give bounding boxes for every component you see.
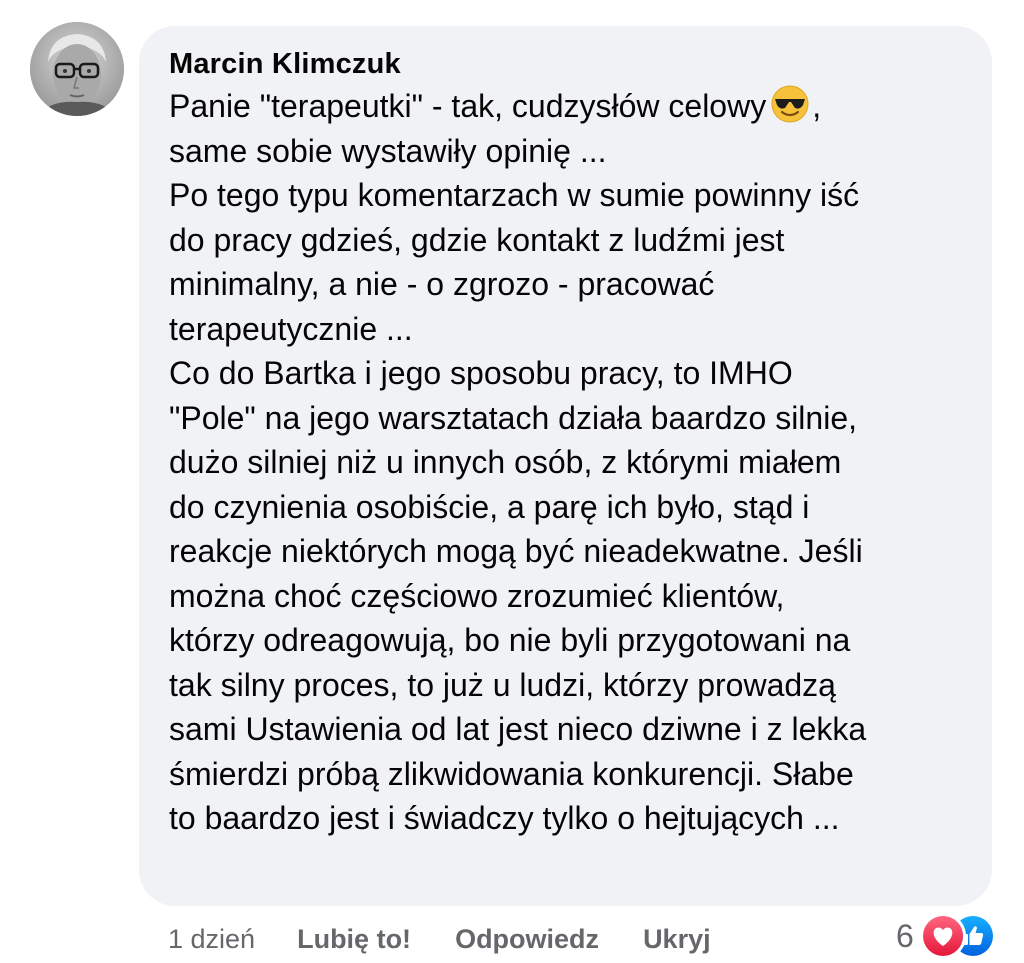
reaction-count: 6	[896, 917, 914, 954]
comment-line: reakcje niektórych mogą być nieadekwatne…	[169, 533, 863, 569]
comment-line: minimalny, a nie - o zgrozo - pracować	[169, 266, 715, 302]
comment-line: do pracy gdzieś, gdzie kontakt z ludźmi …	[169, 221, 785, 258]
comment-line: same sobie wystawiły opinię ...	[169, 132, 607, 169]
comment-actions: 1 dzień Lubię to! Odpowiedz Ukryj	[168, 918, 755, 960]
smiling-face-with-sunglasses-icon	[770, 84, 810, 124]
comment-line-text: ,	[812, 88, 822, 124]
love-reaction-icon	[919, 913, 966, 959]
avatar-photo	[30, 22, 124, 116]
comment-line: Panie "terapeutki" - tak, cudzysłów celo…	[169, 84, 972, 129]
avatar[interactable]	[30, 22, 124, 116]
comment-line: Po tego typu komentarzach w sumie powinn…	[169, 177, 860, 213]
comment-line-text: Panie "terapeutki" - tak, cudzysłów celo…	[169, 88, 767, 124]
reaction-summary[interactable]: 6	[896, 913, 996, 959]
comment-line: sami Ustawienia od lat jest nieco dziwne…	[169, 711, 867, 747]
comment-timestamp[interactable]: 1 dzień	[168, 924, 255, 955]
comment-line: dużo silniej niż u innych osób, z którym…	[169, 444, 842, 480]
hide-button[interactable]: Ukryj	[643, 924, 711, 955]
comment-line: Co do Bartka i jego sposobu pracy, to IM…	[169, 355, 793, 391]
like-button[interactable]: Lubię to!	[297, 924, 411, 955]
comment-line: "Pole" na jego warsztatach działa baardz…	[169, 399, 857, 436]
comment-screen: Marcin Klimczuk Panie "terapeutki" - tak…	[0, 0, 1024, 963]
comment-line: można choć częściowo zrozumieć klientów,	[169, 577, 785, 614]
comment-line: to baardzo jest i świadczy tylko o hejtu…	[169, 800, 840, 836]
comment-text: Panie "terapeutki" - tak, cudzysłów celo…	[169, 84, 972, 841]
comment-line: śmierdzi próbą zlikwidowania konkurencji…	[169, 755, 854, 792]
comment-bubble: Marcin Klimczuk Panie "terapeutki" - tak…	[139, 26, 992, 906]
comment-line: którzy odreagowują, bo nie byli przygoto…	[169, 622, 851, 658]
comment-line: terapeutycznie ...	[169, 310, 413, 347]
reply-button[interactable]: Odpowiedz	[455, 924, 599, 955]
comment-line: tak silny proces, to już u ludzi, którzy…	[169, 666, 836, 703]
comment-line: do czynienia osobiście, a parę ich było,…	[169, 488, 810, 525]
comment-author[interactable]: Marcin Klimczuk	[169, 46, 972, 82]
